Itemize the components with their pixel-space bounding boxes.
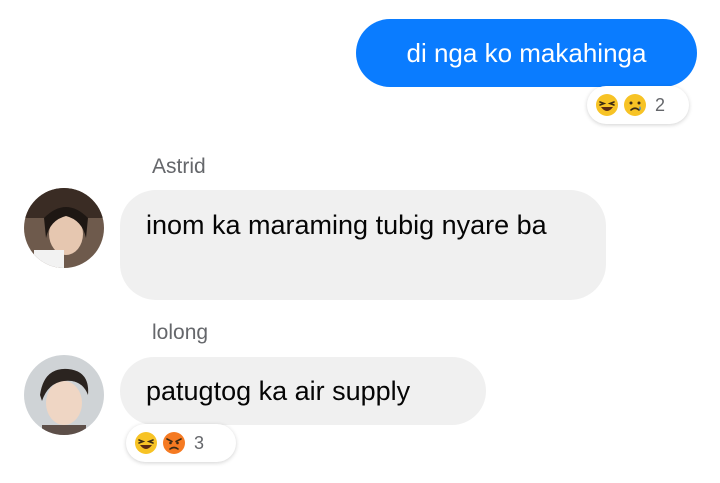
angry-emoji-icon [163,432,185,454]
reaction-count: 3 [194,432,205,453]
outgoing-message-text: di nga ko makahinga [406,38,647,68]
incoming-message-bubble[interactable]: inom ka maraming tubig nyare ba [120,190,606,300]
avatar[interactable] [24,188,104,268]
avatar-photo-icon [24,355,104,435]
outgoing-message-bubble[interactable]: di nga ko makahinga [356,19,697,87]
incoming-message-bubble[interactable]: patugtog ka air supply [120,357,486,425]
incoming-message-text: patugtog ka air supply [146,376,411,406]
avatar-photo-icon [24,188,104,268]
message-reactions[interactable]: 2 [587,86,689,124]
reaction-count: 2 [655,94,666,115]
message-reactions[interactable]: 3 [126,424,236,462]
incoming-message-text: inom ka maraming tubig nyare ba [146,210,547,240]
crying-emoji-icon [624,94,646,116]
laughing-emoji-icon [596,94,618,116]
sender-name: lolong [152,321,209,344]
avatar[interactable] [24,355,104,435]
sender-name: Astrid [152,155,206,178]
laughing-emoji-icon [135,432,157,454]
